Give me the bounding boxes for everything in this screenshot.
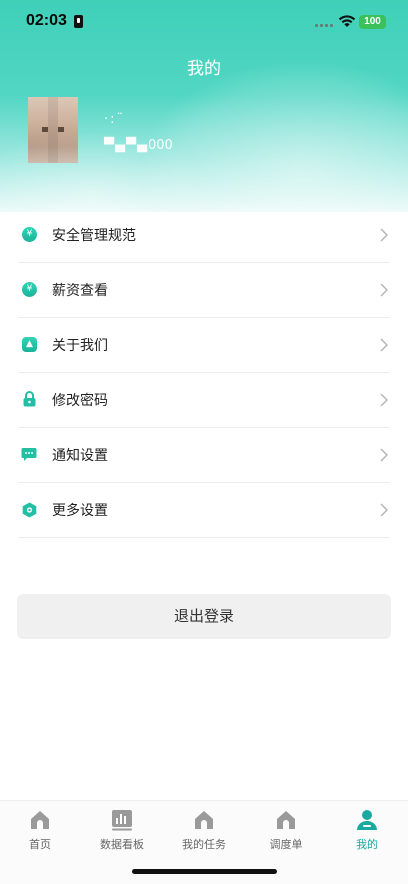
chevron-right-icon <box>380 503 388 517</box>
tab-label: 我的任务 <box>182 838 226 851</box>
dispatch-icon <box>277 811 295 829</box>
home-indicator <box>132 869 277 874</box>
user-id-suffix: 000 <box>148 138 173 153</box>
yen-icon: ¥ <box>22 282 37 297</box>
tab-label: 数据看板 <box>100 838 144 851</box>
status-bar: 02:03 100 <box>0 0 408 44</box>
chevron-right-icon <box>380 448 388 462</box>
menu-item-label: 修改密码 <box>52 393 108 409</box>
lock-icon <box>23 391 36 407</box>
sim-card-icon <box>74 15 83 28</box>
avatar[interactable] <box>28 97 78 163</box>
tab-dispatch[interactable]: 调度单 <box>246 809 326 852</box>
task-icon <box>195 811 213 829</box>
tab-profile[interactable]: 我的 <box>327 809 407 852</box>
chevron-right-icon <box>380 393 388 407</box>
menu-item-label: 薪资查看 <box>52 283 108 299</box>
logout-button[interactable]: 退出登录 <box>17 594 391 639</box>
user-id: ▀▄▀▄000 <box>104 138 173 153</box>
cellular-signal-icon <box>315 24 333 27</box>
menu-item-label: 通知设置 <box>52 448 108 464</box>
menu-item-more-settings[interactable]: 更多设置 <box>18 483 390 538</box>
avatar-pixel <box>58 127 64 132</box>
chevron-right-icon <box>380 228 388 242</box>
user-id-masked: ▀▄▀▄ <box>104 138 148 153</box>
info-icon: ▲ <box>22 337 37 352</box>
chart-board-icon <box>112 810 132 831</box>
user-name: ·:¨ <box>104 112 126 127</box>
battery-indicator: 100 <box>359 15 386 29</box>
message-icon <box>21 448 37 461</box>
wifi-icon <box>338 15 356 27</box>
tab-label: 首页 <box>29 838 51 851</box>
menu-item-about-us[interactable]: ▲ 关于我们 <box>18 318 390 373</box>
menu-item-change-password[interactable]: 修改密码 <box>18 373 390 428</box>
avatar-pixel <box>42 127 48 132</box>
menu-item-label: 关于我们 <box>52 338 108 354</box>
menu-item-salary[interactable]: ¥ 薪资查看 <box>18 263 390 318</box>
tab-data-board[interactable]: 数据看板 <box>82 809 162 852</box>
menu-item-safety-rules[interactable]: ¥ 安全管理规范 <box>18 208 390 263</box>
settings-icon <box>22 502 37 518</box>
menu-item-label: 安全管理规范 <box>52 228 136 244</box>
tab-home[interactable]: 首页 <box>0 809 80 852</box>
chevron-right-icon <box>380 283 388 297</box>
page-title: 我的 <box>187 59 221 79</box>
menu-item-notification-settings[interactable]: 通知设置 <box>18 428 390 483</box>
home-icon <box>31 811 49 829</box>
yen-icon: ¥ <box>22 227 37 242</box>
tab-label: 调度单 <box>269 838 303 851</box>
tab-my-tasks[interactable]: 我的任务 <box>164 809 244 852</box>
status-time: 02:03 <box>26 12 67 29</box>
profile-icon <box>357 810 377 830</box>
tab-label: 我的 <box>356 838 378 851</box>
chevron-right-icon <box>380 338 388 352</box>
menu-item-label: 更多设置 <box>52 503 108 519</box>
profile-header: 02:03 100 我的 ·:¨ ▀▄▀▄000 <box>0 0 408 212</box>
settings-menu: ¥ 安全管理规范 ¥ 薪资查看 ▲ 关于我们 修改密码 通知设置 更多设置 <box>18 208 390 538</box>
